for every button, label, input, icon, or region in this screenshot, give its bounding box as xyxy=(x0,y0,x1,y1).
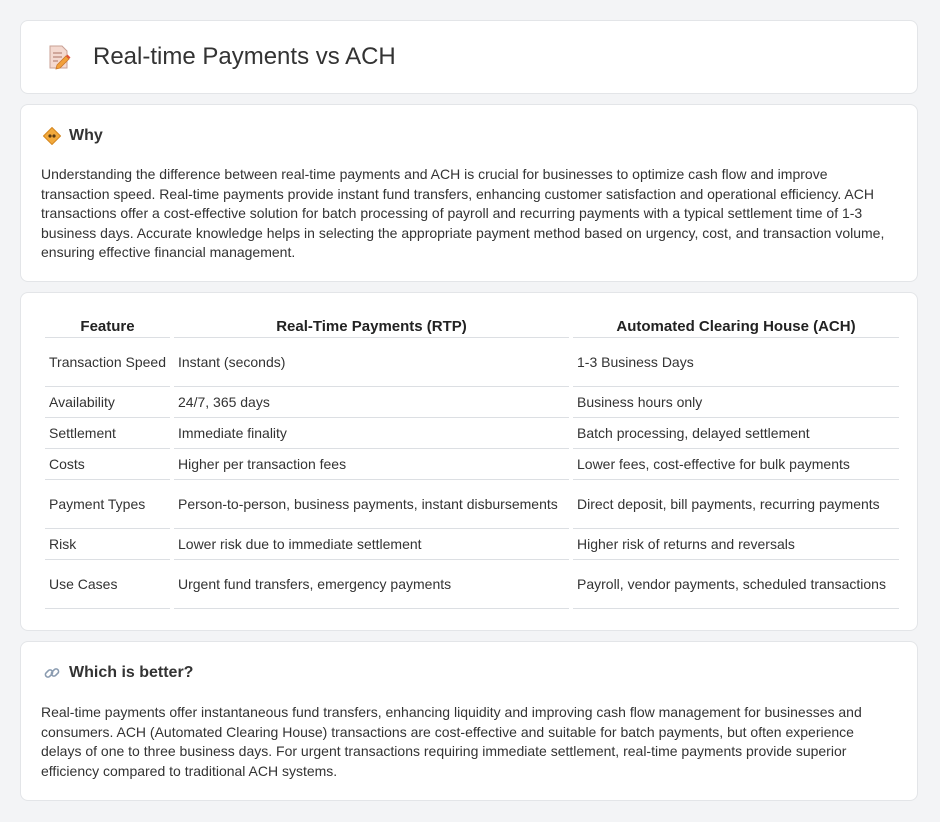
ach-cell: Lower fees, cost-effective for bulk paym… xyxy=(573,449,899,480)
feature-cell: Settlement xyxy=(45,418,170,449)
table-row: Risk Lower risk due to immediate settlem… xyxy=(45,529,899,560)
better-heading: Which is better? xyxy=(69,664,194,681)
table-row: Availability 24/7, 365 days Business hou… xyxy=(45,387,899,418)
rtp-cell: Immediate finality xyxy=(174,418,569,449)
ach-cell: Business hours only xyxy=(573,387,899,418)
ach-cell: Direct deposit, bill payments, recurring… xyxy=(573,480,899,529)
table-header-row: Feature Real-Time Payments (RTP) Automat… xyxy=(45,315,899,338)
feature-cell: Use Cases xyxy=(45,560,170,609)
rtp-cell: Instant (seconds) xyxy=(174,338,569,387)
ach-cell: Batch processing, delayed settlement xyxy=(573,418,899,449)
ach-cell: 1-3 Business Days xyxy=(573,338,899,387)
rtp-cell: 24/7, 365 days xyxy=(174,387,569,418)
rtp-cell: Person-to-person, business payments, ins… xyxy=(174,480,569,529)
page-title: Real-time Payments vs ACH xyxy=(93,43,396,70)
title-card: Real-time Payments vs ACH xyxy=(20,20,918,94)
feature-cell: Risk xyxy=(45,529,170,560)
ach-cell: Payroll, vendor payments, scheduled tran… xyxy=(573,560,899,609)
why-heading: Why xyxy=(69,127,103,144)
rtp-cell: Lower risk due to immediate settlement xyxy=(174,529,569,560)
link-icon xyxy=(44,668,60,678)
comparison-card: Feature Real-Time Payments (RTP) Automat… xyxy=(20,292,918,631)
header-rtp: Real-Time Payments (RTP) xyxy=(174,315,569,338)
rtp-cell: Higher per transaction fees xyxy=(174,449,569,480)
feature-cell: Transaction Speed xyxy=(45,338,170,387)
header-feature: Feature xyxy=(45,315,170,338)
header-ach: Automated Clearing House (ACH) xyxy=(573,315,899,338)
diamond-sign-icon xyxy=(43,127,61,145)
why-text: Understanding the difference between rea… xyxy=(41,166,885,260)
table-row: Settlement Immediate finality Batch proc… xyxy=(45,418,899,449)
feature-cell: Costs xyxy=(45,449,170,480)
rtp-cell: Urgent fund transfers, emergency payment… xyxy=(174,560,569,609)
feature-cell: Availability xyxy=(45,387,170,418)
table-row: Payment Types Person-to-person, business… xyxy=(45,480,899,529)
table-row: Use Cases Urgent fund transfers, emergen… xyxy=(45,560,899,609)
table-row: Costs Higher per transaction fees Lower … xyxy=(45,449,899,480)
document-edit-icon xyxy=(49,45,71,70)
why-card: Why Understanding the difference between… xyxy=(20,104,918,282)
table-row: Transaction Speed Instant (seconds) 1-3 … xyxy=(45,338,899,387)
comparison-table: Feature Real-Time Payments (RTP) Automat… xyxy=(41,315,903,609)
feature-cell: Payment Types xyxy=(45,480,170,529)
ach-cell: Higher risk of returns and reversals xyxy=(573,529,899,560)
better-card: Which is better? Real-time payments offe… xyxy=(20,641,918,801)
better-text: Real-time payments offer instantaneous f… xyxy=(41,704,862,779)
